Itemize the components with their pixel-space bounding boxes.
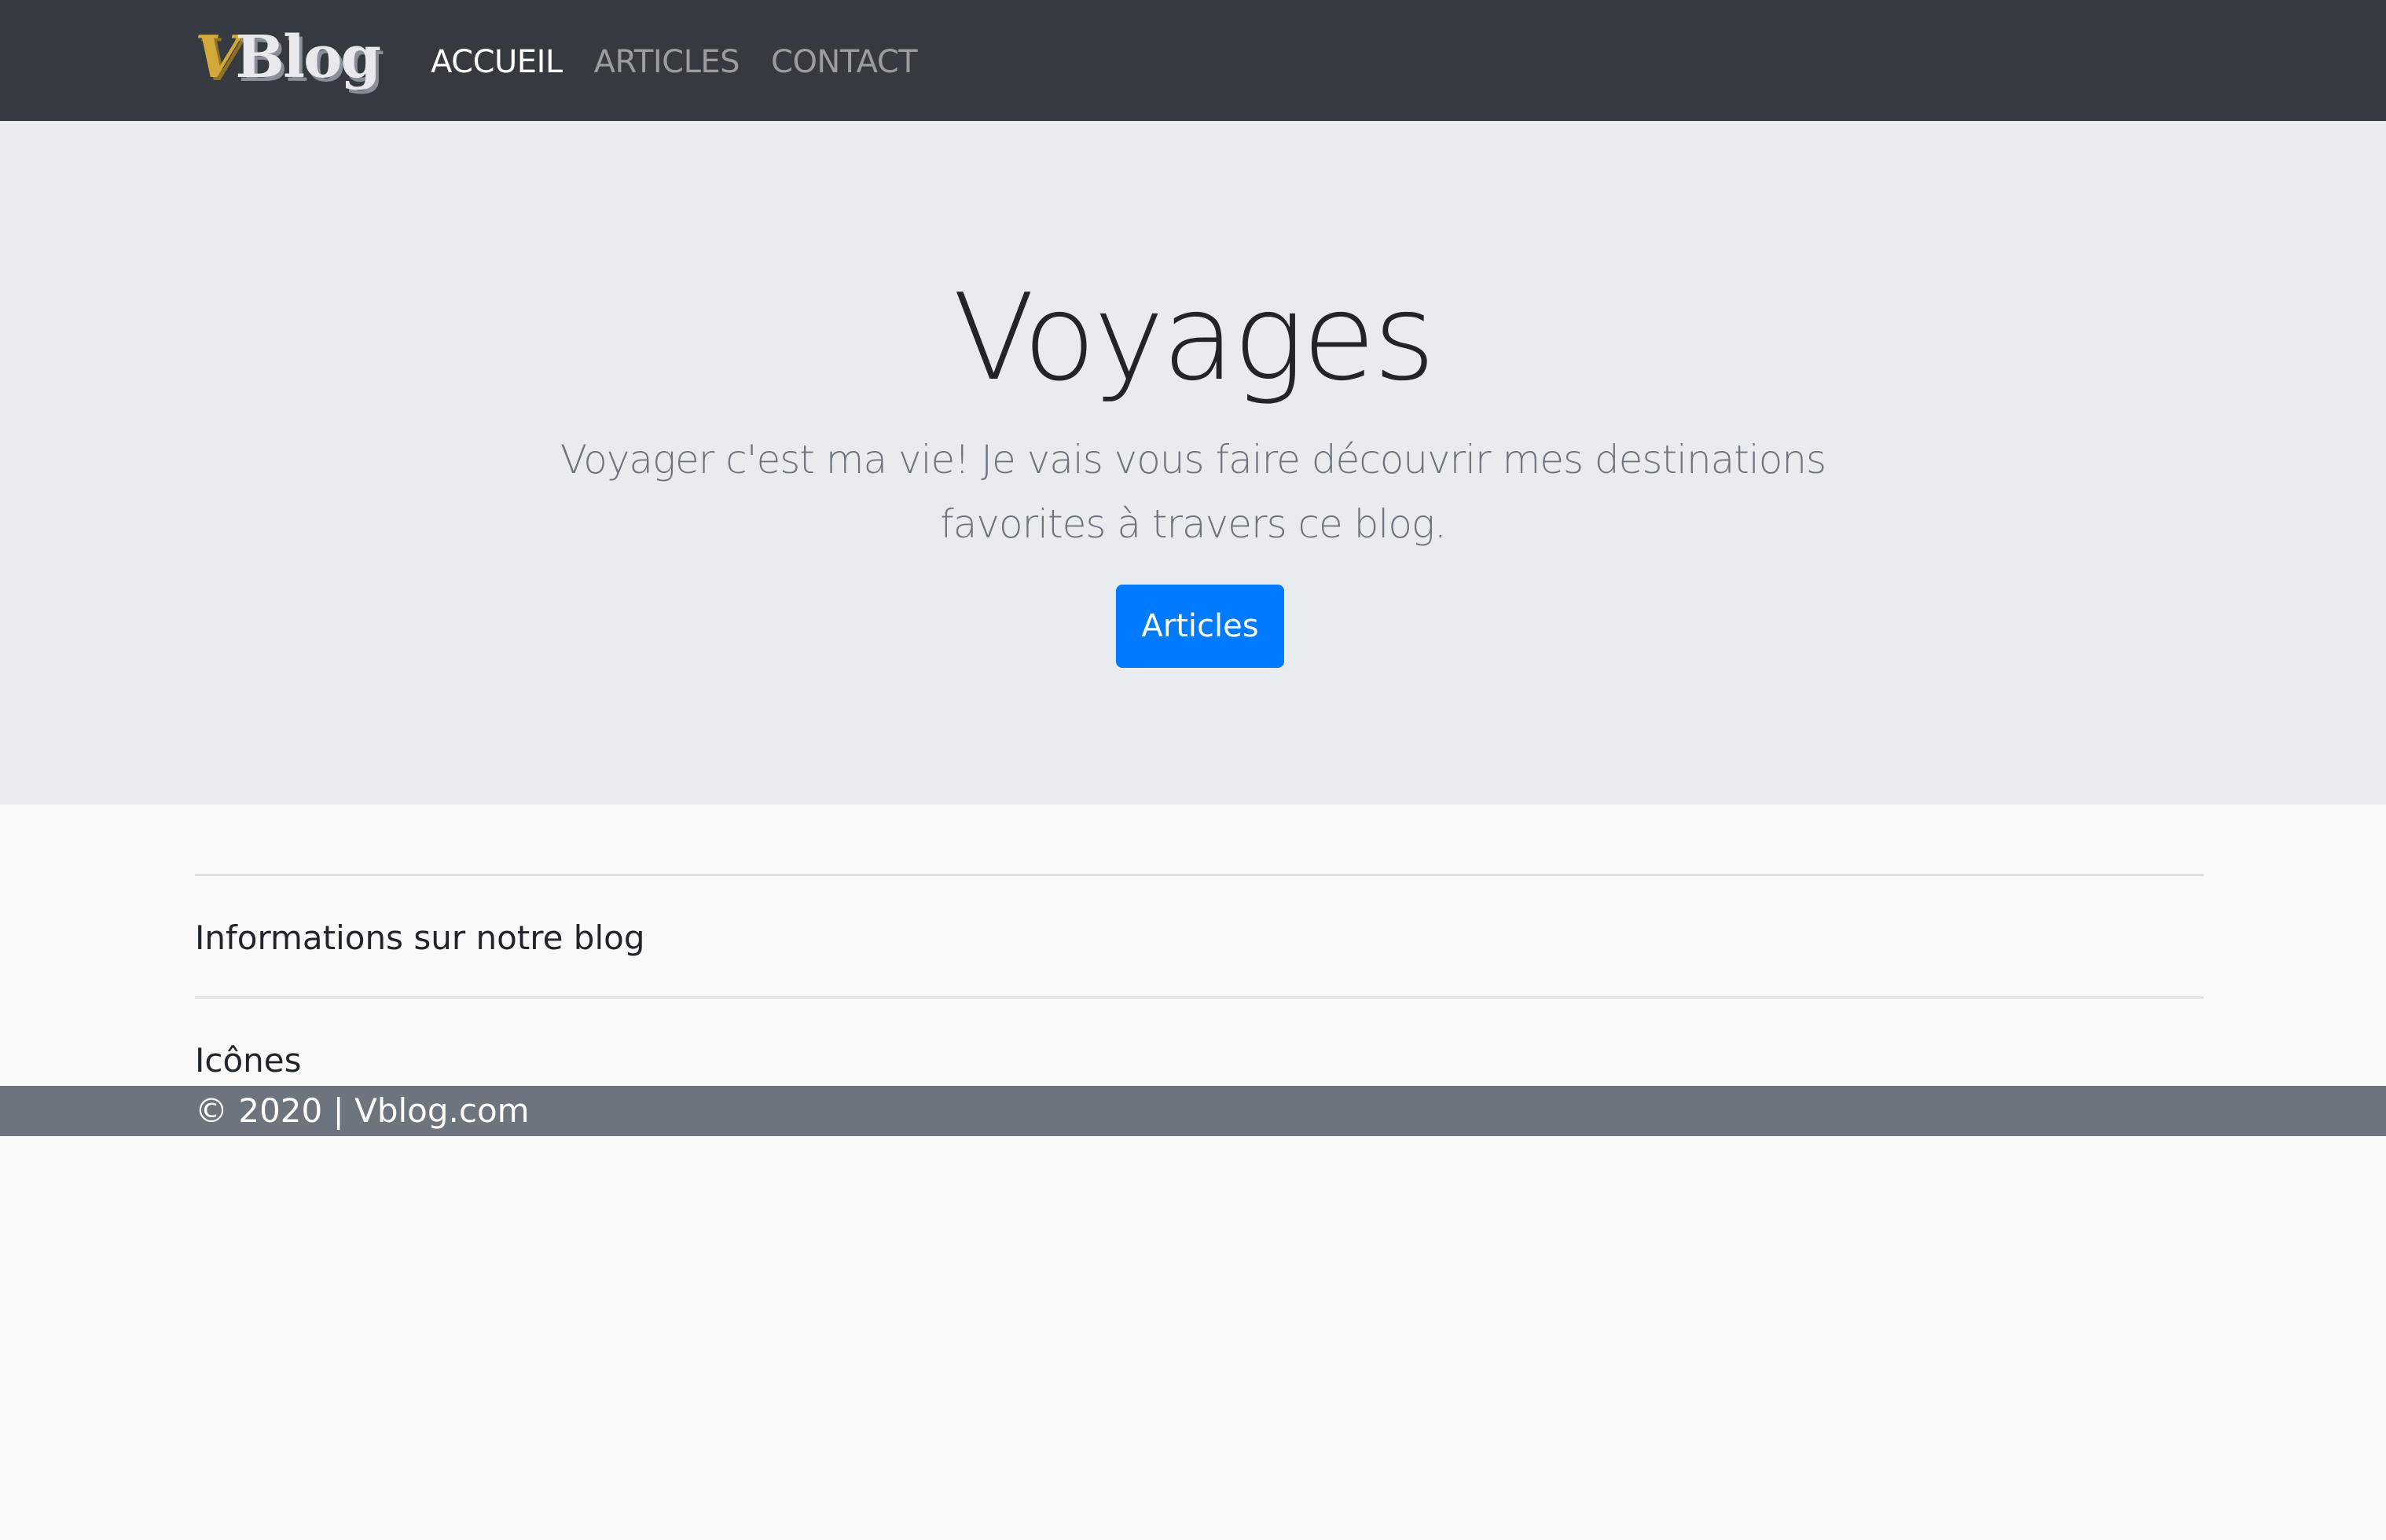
footer: © 2020 | Vblog.com bbox=[0, 1086, 2386, 1136]
nav-link-articles[interactable]: ARTICLES bbox=[594, 39, 740, 85]
icons-heading: Icônes bbox=[195, 1041, 302, 1080]
hero-lead: Voyager c'est ma vie! Je vais vous faire… bbox=[560, 437, 1826, 547]
footer-copyright: © 2020 | Vblog.com bbox=[195, 1091, 530, 1130]
divider-middle bbox=[195, 996, 2204, 999]
divider-top bbox=[195, 874, 2204, 876]
articles-button[interactable]: Articles bbox=[1116, 585, 1284, 668]
nav-links: ACCUEIL ARTICLES CONTACT bbox=[431, 39, 918, 85]
hero-jumbotron: Voyages Voyager c'est ma vie! Je vais vo… bbox=[0, 121, 2386, 805]
info-heading: Informations sur notre blog bbox=[195, 918, 645, 957]
nav-link-accueil[interactable]: ACCUEIL bbox=[431, 39, 563, 85]
navbar: V Blog ACCUEIL ARTICLES CONTACT bbox=[0, 0, 2386, 121]
hero-title: Voyages bbox=[953, 268, 1435, 407]
brand-logo-text: Blog bbox=[235, 24, 381, 91]
nav-link-contact[interactable]: CONTACT bbox=[771, 39, 918, 85]
brand-logo[interactable]: V Blog bbox=[195, 22, 381, 93]
brand-logo-v: V bbox=[195, 24, 240, 91]
